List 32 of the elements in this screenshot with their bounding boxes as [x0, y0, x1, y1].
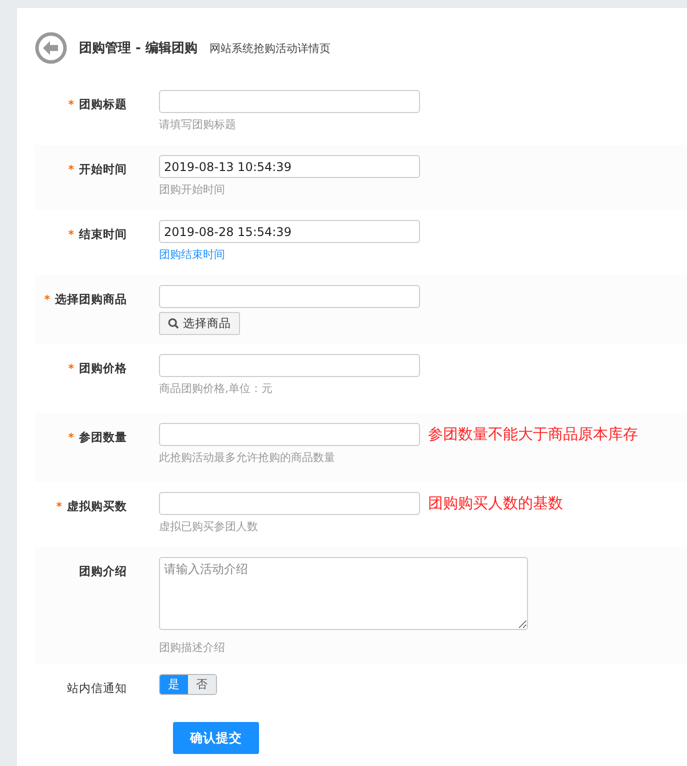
- input-field[interactable]: [159, 90, 420, 113]
- field-hint: 此抢购活动最多允许抢购的商品数量: [159, 450, 336, 465]
- page-subtitle: 网站系统抢购活动详情页: [209, 40, 330, 56]
- field-label: * 虚拟购买数: [56, 499, 127, 513]
- field-label: * 开始时间: [68, 162, 127, 176]
- input-field[interactable]: [159, 423, 420, 446]
- input-field[interactable]: 2019-08-28 15:54:39: [159, 220, 420, 243]
- field-label: 团购介绍: [79, 564, 127, 578]
- search-icon: [168, 318, 179, 329]
- back-icon[interactable]: [35, 32, 67, 64]
- select-goods-button[interactable]: 选择商品: [159, 312, 240, 335]
- field-label: * 选择团购商品: [44, 292, 127, 306]
- field-label: * 团购价格: [68, 361, 127, 375]
- field-hint: 团购开始时间: [159, 182, 226, 197]
- field-hint: 商品团购价格,单位：元: [159, 381, 274, 396]
- warning-note: 参团数量不能大于商品原本库存: [428, 425, 638, 444]
- page-title: 团购管理 - 编辑团购: [79, 40, 198, 57]
- field-label: * 结束时间: [68, 227, 127, 241]
- field-label: * 参团数量: [68, 430, 127, 444]
- field-label: 站内信通知: [67, 681, 127, 695]
- input-field[interactable]: 2019-08-13 10:54:39: [159, 155, 420, 178]
- input-field[interactable]: [159, 285, 420, 308]
- field-hint: 团购结束时间: [159, 247, 226, 262]
- input-field[interactable]: [159, 354, 420, 377]
- field-hint: 团购描述介绍: [159, 640, 226, 655]
- input-field[interactable]: [159, 492, 420, 515]
- toggle-option[interactable]: 否: [188, 675, 216, 694]
- field-hint: 请填写团购标题: [159, 117, 237, 132]
- field-label: * 团购标题: [68, 97, 127, 111]
- field-hint: 虚拟已购买参团人数: [159, 519, 259, 534]
- description-textarea[interactable]: 请输入活动介绍: [159, 557, 528, 630]
- warning-note: 团购购买人数的基数: [428, 494, 563, 513]
